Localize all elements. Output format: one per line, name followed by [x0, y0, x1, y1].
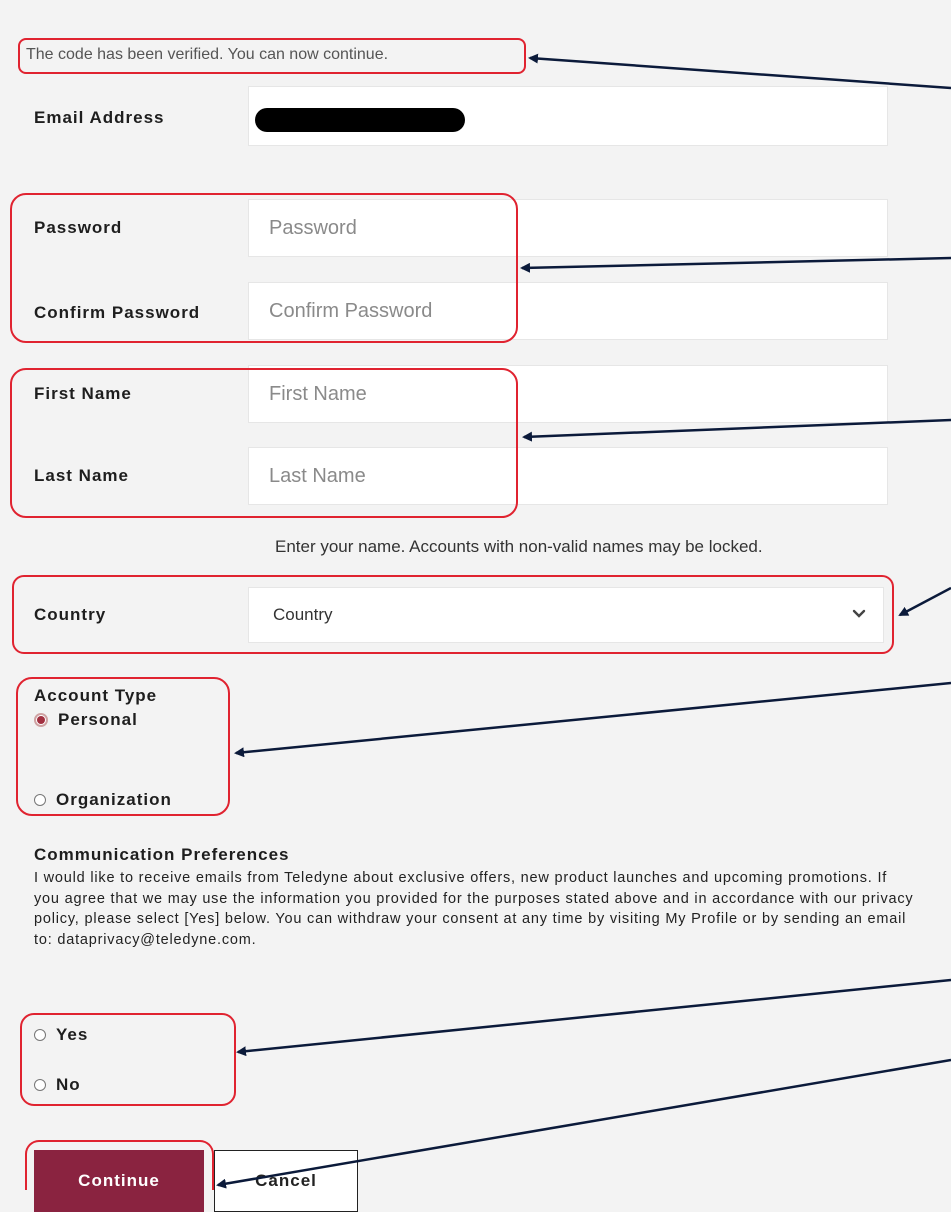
arrow-account-type	[234, 681, 951, 758]
communication-title: Communication Preferences	[34, 845, 290, 864]
annotation-box-account-type	[16, 677, 230, 816]
annotation-box-password	[10, 193, 518, 343]
arrow-password	[520, 256, 951, 273]
arrow-country	[898, 586, 951, 617]
email-label: Email Address	[34, 108, 165, 127]
cancel-button[interactable]: Cancel	[214, 1150, 358, 1212]
communication-text: I would like to receive emails from Tele…	[34, 870, 914, 948]
annotation-box-continue	[25, 1140, 214, 1190]
annotation-box-communication	[20, 1013, 236, 1106]
arrow-communication	[236, 978, 951, 1057]
name-hint: Enter your name. Accounts with non-valid…	[275, 537, 763, 556]
annotation-box-verified	[18, 38, 526, 74]
arrow-verified	[528, 53, 951, 90]
annotation-box-country	[12, 575, 894, 654]
annotation-box-names	[10, 368, 518, 518]
email-field[interactable]	[248, 86, 888, 146]
redaction-mark	[255, 108, 465, 132]
